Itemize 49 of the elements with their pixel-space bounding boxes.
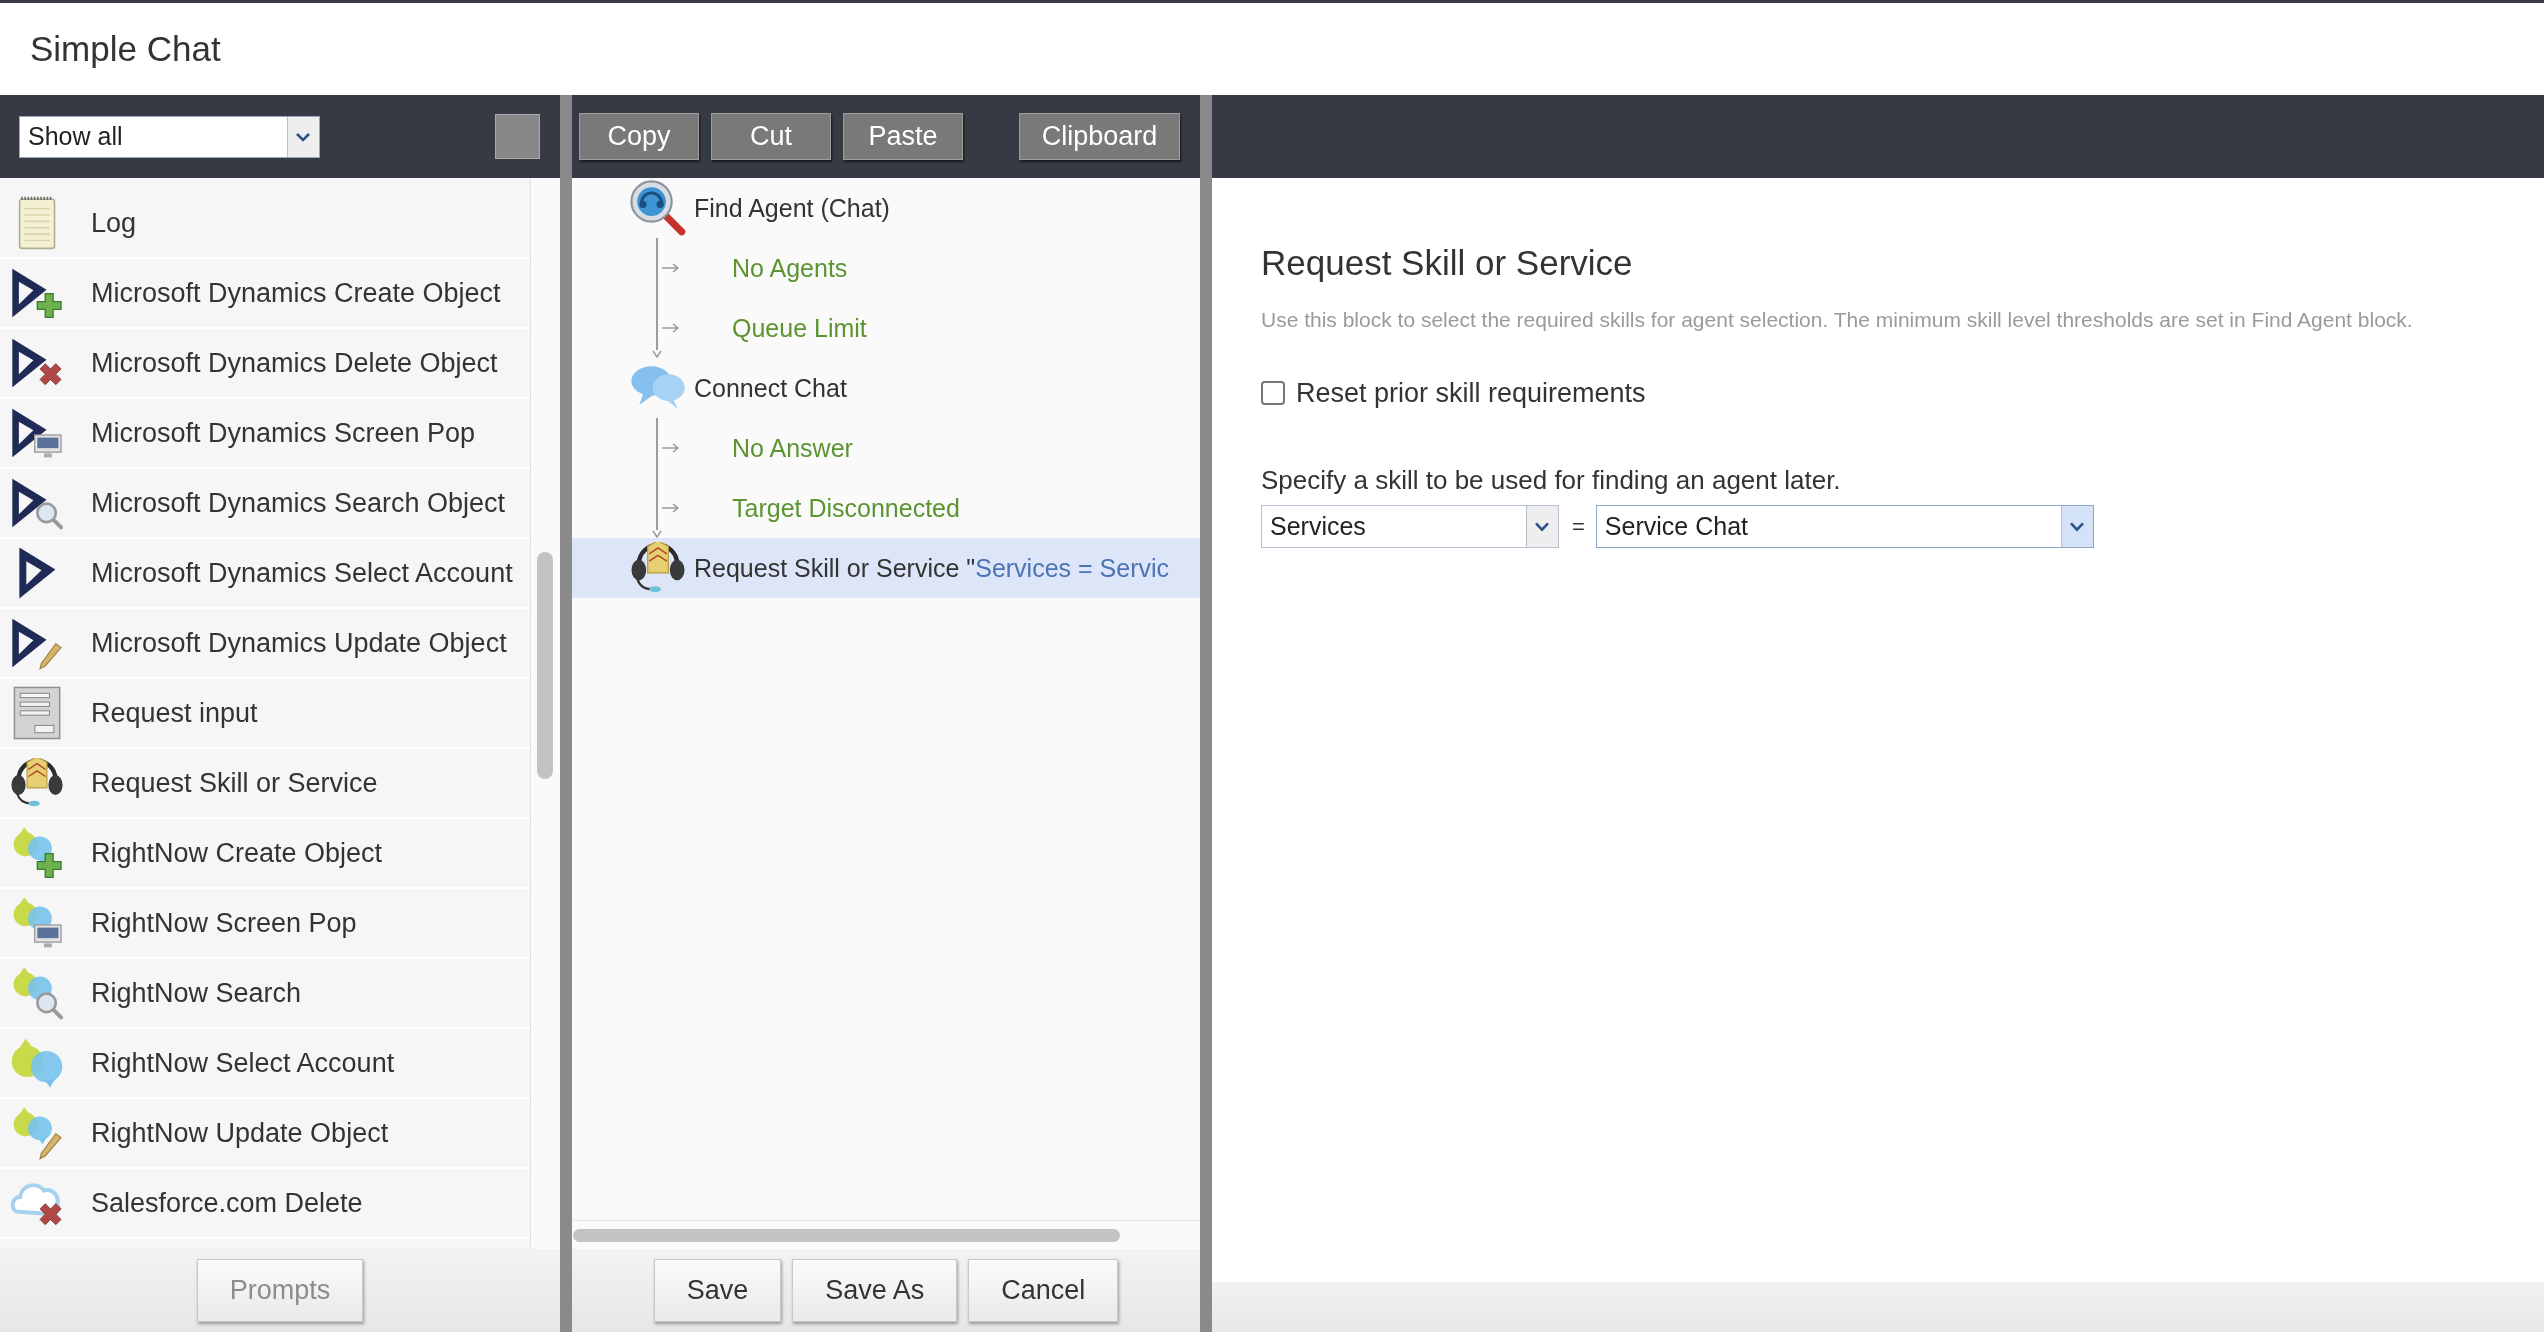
speech-bubbles-icon [10,1036,64,1090]
panel-title: Request Skill or Service [1261,242,1634,284]
chevron-down-icon [2060,506,2093,547]
arrow-right-icon [662,442,680,454]
toolbar-button[interactable]: Cut [711,113,831,160]
chevron-down-icon [1526,506,1558,547]
skill-dropdown[interactable]: Services [1261,505,1559,548]
panel-splitter[interactable] [560,95,572,1332]
speech-bubbles-icon [630,365,686,411]
exit-item[interactable]: No Answer [662,418,960,478]
form-icon [12,686,62,740]
blank-button[interactable] [495,114,540,159]
flow-block[interactable]: Find Agent (Chat) [572,178,1200,238]
scrollbar-thumb[interactable] [573,1228,1120,1242]
panel-description: Use this block to select the required skills for agent selection. The minimum skill level thresholds are set in Find Agent block. [1261,307,2414,333]
arrow-right-icon [662,502,680,514]
triangle-icon [17,546,57,600]
exit-item[interactable]: Queue Limit [662,298,867,358]
skill-dropdown[interactable]: Service Chat [1595,505,2094,548]
magnifier-icon [630,180,686,236]
triangle-pencil-icon [10,616,64,670]
clipboard-button[interactable]: Clipboard [1019,113,1180,160]
headset-icon [630,542,686,594]
action-button[interactable]: Save [653,1259,782,1322]
toolbar-button[interactable]: Paste [843,113,963,160]
window-title: Simple Chat [30,29,221,69]
triangle-magnifier-icon [10,476,64,530]
arrow-right-icon [662,322,680,334]
exit-item[interactable]: Target Disconnected [662,478,960,538]
action-button[interactable]: Cancel [968,1259,1119,1322]
checkbox[interactable] [1261,381,1285,405]
action-button[interactable]: Save As [792,1259,958,1322]
triangle-monitor-icon [10,406,64,460]
flow-block[interactable]: Connect Chat [572,358,1200,418]
toolbar-button[interactable]: Copy [579,113,699,160]
arrow-right-icon [662,262,680,274]
skill-prompt: Specify a skill to be used for finding an agent later. [1261,464,1842,496]
headset-icon [10,758,64,808]
triangle-cross-icon [10,336,64,390]
filter-dropdown[interactable]: Show all [19,115,320,158]
flow-block[interactable]: Request Skill or Service "Services = Servic [572,538,1200,598]
scrollbar-thumb[interactable] [537,552,553,779]
exit-item[interactable]: No Agents [662,238,867,298]
panel-splitter[interactable] [1200,95,1212,1332]
equals-sign: = [1572,513,1585,540]
notepad-icon [17,196,57,250]
chevron-down-icon [287,116,319,157]
triangle-plus-icon [10,266,64,320]
checkbox-label: Reset prior skill requirements [1296,377,1646,409]
